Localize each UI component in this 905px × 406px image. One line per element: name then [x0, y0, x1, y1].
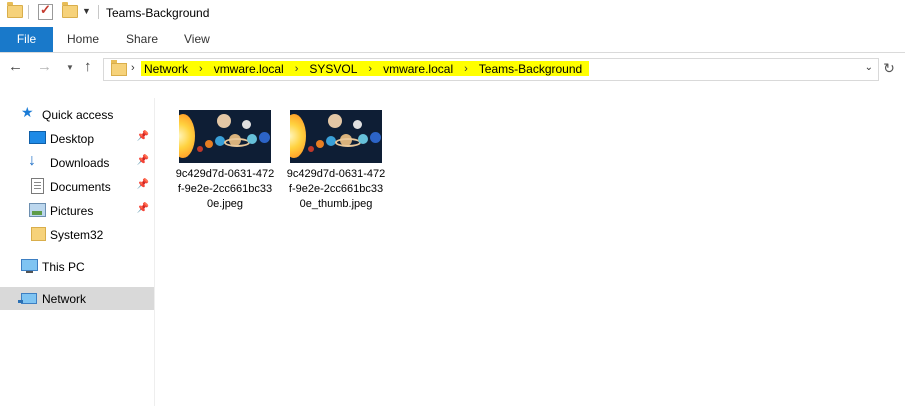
- tab-home[interactable]: Home: [67, 27, 99, 52]
- sidebar-item-this-pc[interactable]: This PC: [0, 255, 154, 278]
- toolbar-separator: [28, 5, 29, 19]
- breadcrumb: Network › vmware.local › SYSVOL › vmware…: [141, 61, 590, 76]
- address-bar[interactable]: › Network › vmware.local › SYSVOL › vmwa…: [103, 58, 879, 81]
- file-list: 9c429d7d-0631-472f-9e2e-2cc661bc330e.jpe…: [155, 98, 905, 406]
- sidebar-item-label: Desktop: [50, 132, 95, 146]
- breadcrumb-sysvol[interactable]: SYSVOL: [309, 62, 357, 76]
- toolbar-separator: [98, 5, 99, 19]
- chevron-down-icon[interactable]: ⌄: [865, 62, 873, 73]
- file-name: 9c429d7d-0631-472f-9e2e-2cc661bc330e_thu…: [286, 168, 386, 210]
- sidebar-item-label: Quick access: [42, 108, 114, 122]
- chevron-right-icon[interactable]: ›: [131, 62, 135, 74]
- sidebar-item-network[interactable]: Network: [0, 287, 154, 310]
- sidebar-item-quick-access[interactable]: ★ Quick access: [0, 103, 154, 126]
- navigation-bar: ← → ▼ ↑ › Network › vmware.local › SYSVO…: [0, 55, 905, 84]
- sidebar-item-pictures[interactable]: Pictures 📌: [0, 199, 154, 222]
- sidebar-item-documents[interactable]: Documents 📌: [0, 175, 154, 198]
- document-icon: [31, 178, 44, 194]
- file-name: 9c429d7d-0631-472f-9e2e-2cc661bc330e.jpe…: [175, 168, 275, 210]
- refresh-icon[interactable]: ↻: [879, 60, 899, 80]
- computer-icon: [21, 259, 38, 273]
- pin-icon: 📌: [136, 179, 149, 190]
- file-item[interactable]: 9c429d7d-0631-472f-9e2e-2cc661bc330e.jpe…: [175, 110, 275, 212]
- tab-view[interactable]: View: [184, 27, 210, 52]
- navigation-pane: ★ Quick access Desktop 📌 ↓ Downloads 📌 D…: [0, 98, 155, 406]
- chevron-right-icon[interactable]: ›: [295, 63, 299, 75]
- tab-file[interactable]: File: [0, 27, 53, 52]
- download-arrow-icon: ↓: [28, 152, 36, 169]
- window-title: Teams-Background: [106, 6, 210, 20]
- new-folder-icon[interactable]: [62, 2, 78, 18]
- ribbon: File Home Share View: [0, 27, 905, 53]
- sidebar-item-system32[interactable]: System32: [0, 223, 154, 246]
- solar-system-image: [290, 110, 382, 163]
- folder-icon: [111, 60, 127, 76]
- recent-locations-chevron-icon[interactable]: ▼: [66, 63, 74, 72]
- pictures-icon: [29, 203, 46, 217]
- folder-icon: [7, 2, 23, 18]
- title-bar: ✓ ▼ Teams-Background: [0, 0, 905, 26]
- sidebar-item-label: Documents: [50, 180, 111, 194]
- tab-share[interactable]: Share: [126, 27, 158, 52]
- star-icon: ★: [21, 104, 34, 120]
- desktop-icon: [29, 131, 46, 144]
- properties-icon[interactable]: ✓: [38, 2, 53, 20]
- breadcrumb-vmware-local[interactable]: vmware.local: [214, 62, 284, 76]
- chevron-right-icon[interactable]: ›: [368, 63, 372, 75]
- breadcrumb-network[interactable]: Network: [144, 62, 188, 76]
- file-item[interactable]: 9c429d7d-0631-472f-9e2e-2cc661bc330e_thu…: [286, 110, 386, 212]
- pin-icon: 📌: [136, 131, 149, 142]
- sidebar-item-label: This PC: [42, 260, 85, 274]
- pin-icon: 📌: [136, 203, 149, 214]
- pin-icon: 📌: [136, 155, 149, 166]
- customize-toolbar-dropdown-icon[interactable]: ▼: [82, 6, 91, 16]
- sidebar-item-label: Network: [42, 292, 87, 306]
- folder-icon: [31, 227, 46, 241]
- breadcrumb-vmware-local-2[interactable]: vmware.local: [383, 62, 453, 76]
- sidebar-item-downloads[interactable]: ↓ Downloads 📌: [0, 151, 154, 174]
- forward-arrow-icon[interactable]: →: [37, 58, 52, 75]
- sidebar-item-label: Downloads: [50, 156, 110, 170]
- sidebar-item-desktop[interactable]: Desktop 📌: [0, 127, 154, 150]
- chevron-right-icon[interactable]: ›: [464, 63, 468, 75]
- sidebar-item-label: System32: [50, 228, 104, 242]
- sidebar-item-label: Pictures: [50, 204, 94, 218]
- breadcrumb-teams-background[interactable]: Teams-Background: [479, 62, 582, 76]
- network-icon: [18, 293, 37, 304]
- up-arrow-icon[interactable]: ↑: [84, 58, 92, 75]
- back-arrow-icon[interactable]: ←: [8, 58, 23, 75]
- chevron-right-icon[interactable]: ›: [199, 63, 203, 75]
- solar-system-image: [179, 110, 271, 163]
